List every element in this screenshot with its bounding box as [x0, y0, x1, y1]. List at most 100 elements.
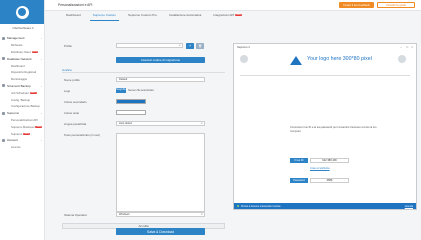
add-profile-button[interactable]: +: [186, 42, 194, 49]
preview-header: Your logo here 300*80 pixel: [234, 51, 416, 78]
password-label: Password: [290, 178, 308, 183]
item-label: Richieste: [11, 43, 23, 48]
item-label: Distribute Client: [11, 49, 31, 54]
profile-name-label: Nome profilo: [64, 78, 80, 82]
create-label-link[interactable]: Crea un'etichetta: [310, 167, 330, 170]
sidebar-group-account[interactable]: Account ›: [0, 137, 44, 144]
item-label: Monitoraggio: [11, 77, 28, 82]
custom-text-label: Testo personalizzato (in root): [64, 133, 100, 137]
sidebar-nav: Management › Richieste Distribute Client N…: [0, 35, 44, 151]
item-label: Configurazione Backup: [11, 104, 40, 109]
chevron-icon: ›: [41, 138, 42, 143]
language-select[interactable]: Auto detect: [116, 121, 205, 126]
os-select[interactable]: Windows: [116, 212, 205, 217]
sidebar-item-configurazione-backup[interactable]: Configurazione Backup: [0, 103, 44, 110]
sidebar-item-licenze[interactable]: Licenze: [0, 144, 44, 151]
group-icon: [2, 84, 5, 88]
tab-integrazioni-api[interactable]: Integrazioni API NEW: [210, 10, 245, 20]
chevron-icon: ›: [41, 36, 42, 41]
chevron-icon: ›: [41, 83, 42, 88]
tab-label: Integrazioni API: [213, 13, 235, 17]
sidebar-item-distribute-client[interactable]: Distribute Client NEW: [0, 49, 44, 56]
settings-icon[interactable]: [398, 55, 406, 63]
tab-label: Supremo Custom Pro: [128, 13, 157, 17]
license-link[interactable]: Licenza: [405, 205, 413, 208]
item-label: Licenze: [11, 145, 21, 150]
item-label: Config. Backup: [11, 97, 30, 102]
chevron-icon: ›: [41, 111, 42, 116]
text-color-label: Colore testo: [64, 111, 80, 115]
tab-supremo-custom-pro[interactable]: Supremo Custom Pro: [125, 10, 160, 20]
status-dot-icon: [237, 205, 239, 207]
new-badge: NEW: [35, 125, 43, 128]
instructions-text: Comunica il tuo ID e la tua password per…: [290, 126, 377, 133]
profile-select[interactable]: [116, 43, 183, 48]
id-value: 912 389 436: [310, 158, 349, 163]
group-icon: [2, 111, 5, 115]
sidebar-item-job-scheduler[interactable]: Job Scheduler NEW: [0, 89, 44, 96]
language-label: Lingua predefinita: [64, 122, 87, 126]
sidebar-item-dashboard[interactable]: Dashboard: [0, 62, 44, 69]
tab-label: Dashboard: [66, 13, 81, 17]
generate-migration-code-button[interactable]: Inserisci codice di migrazione: [116, 57, 205, 63]
sidebar-group-backup[interactable]: Strumenti Backup ›: [0, 83, 44, 90]
item-label: Dashboard: [11, 63, 25, 68]
secondary-color-swatch[interactable]: [116, 99, 146, 104]
plus-icon: +: [188, 43, 192, 48]
tab-bar: Dashboard Supremo Custom Supremo Custom …: [63, 10, 421, 21]
new-badge: NEW: [235, 14, 242, 16]
sidebar-item-supremo[interactable]: Supremo NEW: [0, 130, 44, 137]
item-label: Personalizzazioni API: [11, 117, 38, 122]
tab-supremo-custom[interactable]: Supremo Custom: [89, 10, 120, 21]
tab-label: Installazione Automatica: [168, 13, 202, 17]
sidebar-item-personalizzazioni[interactable]: Personalizzazioni API: [0, 117, 44, 124]
guide-button[interactable]: Visualizza guide: [377, 2, 415, 8]
delete-profile-button[interactable]: 🗑: [196, 42, 204, 49]
group-label: Database Network: [7, 56, 32, 61]
preview-window-title: Supremo 4: [237, 45, 250, 49]
password-value: 4589: [310, 178, 349, 183]
profile-label: Profilo: [64, 44, 72, 48]
feedback-button[interactable]: Inviaci il tuo feedback: [339, 2, 374, 8]
item-label: Dispositivi Registrati: [11, 70, 37, 75]
brand-name: mSoftsoftware.it: [12, 26, 34, 30]
sidebar-item-monitoraggio[interactable]: Monitoraggio: [0, 76, 44, 83]
connect-icon[interactable]: [240, 55, 248, 63]
logo-label: Logo: [64, 89, 71, 93]
choose-file-button[interactable]: Scegli file: [116, 88, 126, 93]
sidebar: mSoftsoftware.it Management › Richieste D…: [0, 0, 45, 240]
sidebar-item-richieste[interactable]: Richieste: [0, 42, 44, 49]
os-label: Sistema Operativo: [64, 213, 88, 217]
profile-name-input[interactable]: Default: [116, 77, 205, 82]
status-bar: Pronto a ricevere connessioni remote Lic…: [234, 203, 416, 209]
group-icon: [2, 138, 5, 142]
trash-icon: 🗑: [198, 43, 202, 48]
group-label: Management: [7, 36, 25, 41]
chevron-icon: ›: [41, 56, 42, 61]
item-label: Supremo Business: [11, 124, 35, 129]
maximize-icon[interactable]: □: [406, 45, 408, 49]
tab-dashboard[interactable]: Dashboard: [63, 10, 84, 20]
new-badge: NEW: [29, 91, 37, 94]
sidebar-group-supremo[interactable]: Supremo ›: [0, 110, 44, 117]
logo-icon: [15, 5, 29, 19]
sidebar-group-management[interactable]: Management ›: [0, 35, 44, 42]
custom-form: Profilo + 🗑 Inserisci codice di migrazio…: [57, 38, 229, 238]
item-label: Supremo: [11, 131, 23, 136]
sidebar-item-dispositivi[interactable]: Dispositivi Registrati: [0, 69, 44, 76]
new-badge: NEW: [31, 50, 39, 53]
close-icon[interactable]: ×: [411, 45, 413, 49]
sidebar-item-config-backup[interactable]: Config. Backup: [0, 96, 44, 103]
preview-window: Supremo 4 – □ × Your logo here 300*80 pi…: [233, 43, 417, 210]
custom-text-area[interactable]: [116, 133, 205, 212]
sidebar-logo[interactable]: [0, 0, 44, 24]
minimize-icon[interactable]: –: [400, 45, 402, 49]
sidebar-group-database[interactable]: Database Network ›: [0, 55, 44, 62]
divider: [62, 72, 225, 73]
text-color-swatch[interactable]: [116, 110, 146, 115]
group-label: Strumenti Backup: [7, 83, 31, 88]
save-download-button[interactable]: Salva & Download: [116, 228, 205, 235]
page-title: Personalizzazioni e API: [58, 3, 93, 7]
sidebar-item-supremo-business[interactable]: Supremo Business NEW: [0, 123, 44, 130]
tab-installazione-automatica[interactable]: Installazione Automatica: [166, 10, 204, 20]
